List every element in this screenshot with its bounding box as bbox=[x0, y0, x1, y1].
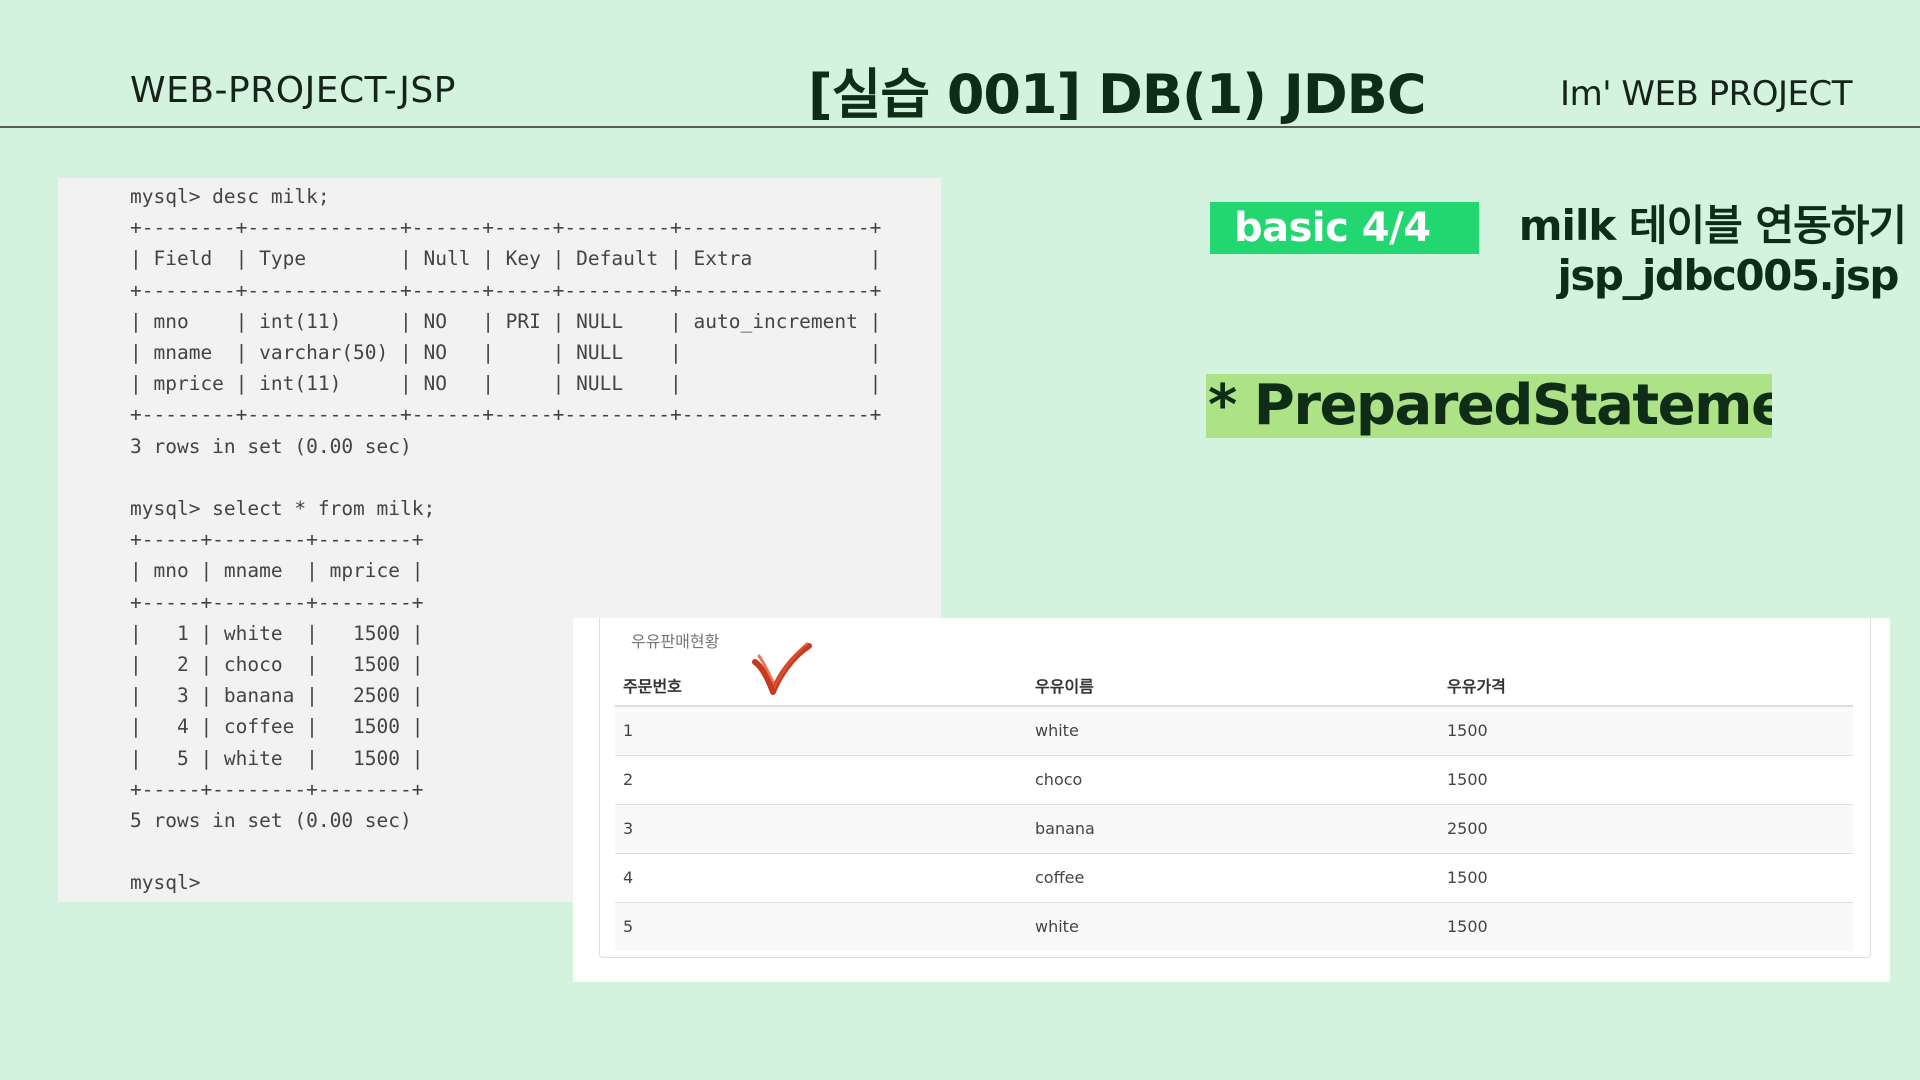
header-divider bbox=[0, 126, 1920, 128]
column-header-milk-name: 우유이름 bbox=[1027, 664, 1439, 707]
slide: WEB-PROJECT-JSP [실습 001] DB(1) JDBC Im' … bbox=[0, 0, 1920, 1080]
cell-milk-name: white bbox=[1027, 901, 1439, 951]
table-row: 1 white 1500 bbox=[615, 705, 1853, 755]
cell-milk-name: white bbox=[1027, 705, 1439, 755]
header-course-name: WEB-PROJECT-JSP bbox=[130, 70, 456, 111]
cell-milk-price: 1500 bbox=[1439, 852, 1853, 902]
cell-milk-name: banana bbox=[1027, 803, 1439, 853]
cell-order-no: 4 bbox=[615, 852, 1027, 902]
result-page-screenshot: 우유판매현황 주문번호 우유이름 우유가격 1 white 1500 2 cho… bbox=[573, 618, 1890, 982]
result-caption: 우유판매현황 bbox=[631, 632, 720, 651]
table-row: 3 banana 2500 bbox=[615, 803, 1853, 853]
topic-title: milk 테이블 연동하기 bbox=[1518, 201, 1907, 250]
basic-step-badge: basic 4/4 bbox=[1210, 202, 1479, 254]
table-header-row: 주문번호 우유이름 우유가격 bbox=[615, 664, 1853, 707]
header-title: [실습 001] DB(1) JDBC bbox=[808, 63, 1426, 126]
milk-sales-table: 주문번호 우유이름 우유가격 1 white 1500 2 choco 1500… bbox=[615, 664, 1853, 951]
column-header-order-no: 주문번호 bbox=[615, 664, 1027, 707]
cell-milk-price: 1500 bbox=[1439, 901, 1853, 951]
column-header-milk-price: 우유가격 bbox=[1439, 664, 1853, 707]
header-project-name: Im' WEB PROJECT bbox=[1560, 74, 1852, 114]
cell-order-no: 2 bbox=[615, 754, 1027, 804]
prepared-statement-highlight: * PreparedStatement bbox=[1206, 374, 1772, 438]
cell-milk-name: coffee bbox=[1027, 852, 1439, 902]
cell-order-no: 3 bbox=[615, 803, 1027, 853]
table-row: 2 choco 1500 bbox=[615, 754, 1853, 804]
cell-milk-price: 2500 bbox=[1439, 803, 1853, 853]
cell-order-no: 1 bbox=[615, 705, 1027, 755]
table-row: 4 coffee 1500 bbox=[615, 852, 1853, 902]
cell-milk-price: 1500 bbox=[1439, 754, 1853, 804]
cell-order-no: 5 bbox=[615, 901, 1027, 951]
table-row: 5 white 1500 bbox=[615, 901, 1853, 951]
cell-milk-name: choco bbox=[1027, 754, 1439, 804]
jsp-filename: jsp_jdbc005.jsp bbox=[1557, 251, 1900, 300]
cell-milk-price: 1500 bbox=[1439, 705, 1853, 755]
